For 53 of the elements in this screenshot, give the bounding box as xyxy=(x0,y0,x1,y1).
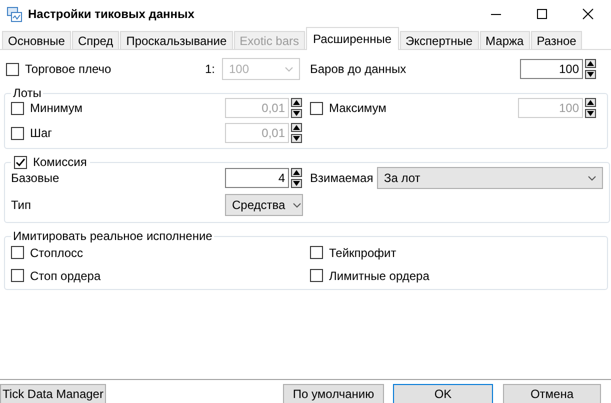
spin-up-button[interactable] xyxy=(291,123,302,132)
dialog-button[interactable]: OK xyxy=(393,384,493,403)
checkbox-label: Лимитные ордера xyxy=(329,268,430,282)
tab[interactable]: Основные xyxy=(2,31,71,49)
spin-down-button[interactable] xyxy=(291,134,302,143)
spin-up-button[interactable] xyxy=(291,98,302,107)
checkbox-label: Стоп ордера xyxy=(30,268,101,282)
checkbox-label: Комиссия xyxy=(33,155,87,169)
maximize-icon xyxy=(536,8,548,20)
spin-down-button[interactable] xyxy=(291,179,302,188)
tab[interactable]: Разное xyxy=(530,31,582,49)
spin-up-button[interactable] xyxy=(291,168,302,177)
chevron-down-icon xyxy=(293,202,302,208)
charge-dropdown[interactable]: За лот xyxy=(377,167,603,189)
dialog-button[interactable]: Tick Data Manager xyxy=(0,384,106,403)
tab[interactable]: Проскальзывание xyxy=(120,31,233,49)
checkbox-label: Минимум xyxy=(30,101,83,115)
group-title: Лоты xyxy=(12,86,42,100)
chevron-down-icon xyxy=(285,66,293,72)
checkbox-label: Шаг xyxy=(30,126,52,140)
type-dropdown[interactable]: Средства xyxy=(225,194,303,216)
checkbox-label: Максимум xyxy=(329,101,386,115)
spin-down-button[interactable] xyxy=(585,109,596,118)
checkbox[interactable] xyxy=(11,246,24,259)
checkbox[interactable] xyxy=(310,269,323,282)
close-icon xyxy=(582,8,594,20)
spin-up-button[interactable] xyxy=(585,98,596,107)
chevron-down-icon xyxy=(588,176,596,180)
dialog-button[interactable]: Отмена xyxy=(503,384,601,403)
window-title: Настройки тиковых данных xyxy=(28,7,196,21)
chart-window-icon xyxy=(7,6,22,22)
spin-up-button[interactable] xyxy=(585,59,596,68)
checkbox[interactable] xyxy=(310,246,323,259)
tab[interactable]: Маржа xyxy=(480,31,530,49)
group-title: Имитировать реальное исполнение xyxy=(12,229,214,243)
checkbox-label: Тейкпрофит xyxy=(329,246,396,260)
dialog-button[interactable]: По умолчанию xyxy=(283,384,384,403)
checkbox[interactable] xyxy=(11,269,24,282)
field-label: Базовые xyxy=(11,171,60,185)
checkbox[interactable] xyxy=(14,156,27,168)
number-field[interactable]: 100 xyxy=(520,59,583,79)
field-label: Тип xyxy=(11,198,32,212)
checkbox-label: Торговое плечо xyxy=(25,62,112,76)
tab[interactable]: Спред xyxy=(72,31,120,49)
tab[interactable]: Расширенные xyxy=(306,27,399,50)
number-field[interactable]: 4 xyxy=(225,168,289,188)
ratio-label: 1: xyxy=(205,62,216,76)
spin-down-button[interactable] xyxy=(291,109,302,118)
checkbox-label: Стоплосс xyxy=(30,246,84,260)
field-label: Взимаемая xyxy=(310,171,374,185)
tab[interactable]: Экспертные xyxy=(400,31,479,49)
field-label: Баров до данных xyxy=(310,62,408,76)
spin-down-button[interactable] xyxy=(585,70,596,79)
